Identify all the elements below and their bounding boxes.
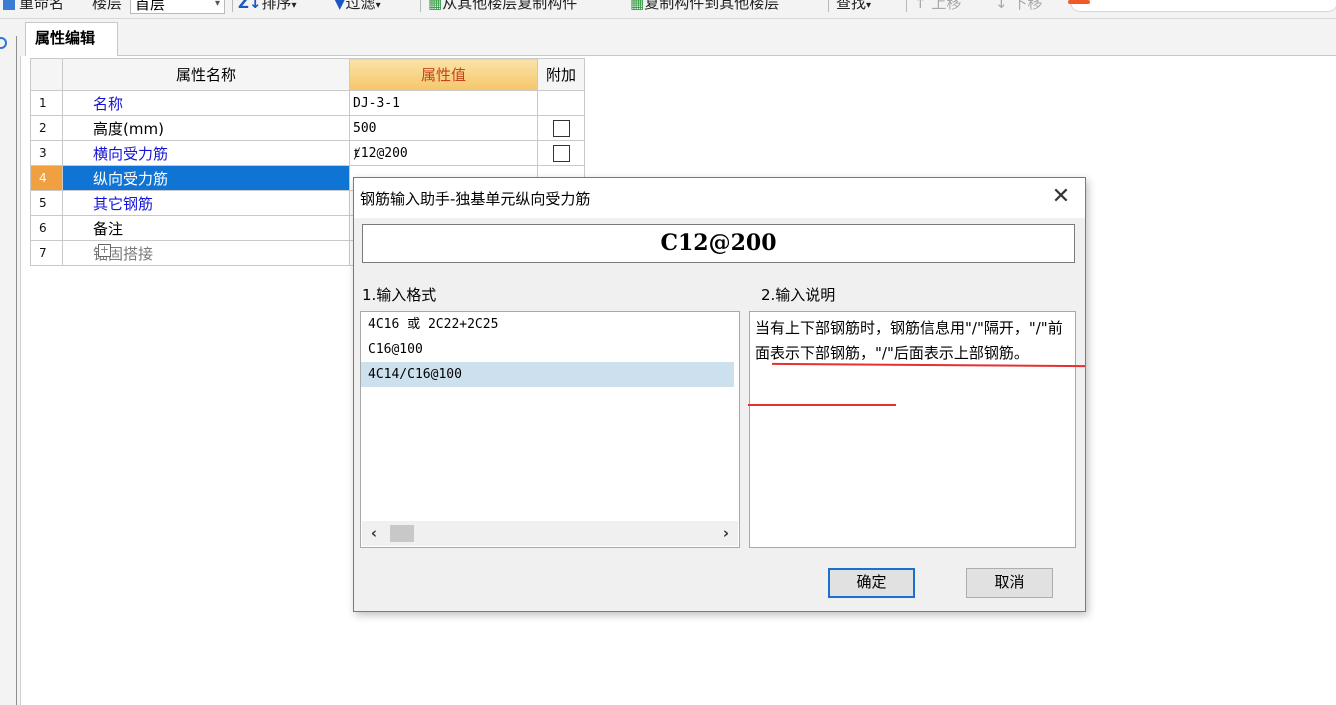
extra-cell [537, 90, 585, 116]
property-value[interactable]: 500 [349, 115, 538, 141]
cancel-button[interactable]: 取消 [966, 568, 1053, 598]
rebar-value-field[interactable]: C12@200 [362, 224, 1075, 263]
arrow-up-icon: ↑ [914, 0, 927, 12]
floor-label: 楼层 [92, 0, 123, 12]
tab-strip [20, 19, 1336, 56]
table-row[interactable]: 3 横向受力筋 ⱦ12@200 [30, 140, 585, 166]
arrow-down-icon: ↓ [995, 0, 1008, 12]
list-item[interactable]: C16@100 [361, 337, 739, 362]
search-accent-mark [1068, 0, 1090, 4]
row-number-header [30, 58, 63, 91]
copy-from-icon: ▦ [428, 0, 443, 12]
copy-from-floor-button[interactable]: ▦从其他楼层复制构件 [428, 0, 577, 14]
annotation-underline [748, 404, 896, 406]
floor-select[interactable]: 首层 ▾ [130, 0, 225, 14]
horizontal-scrollbar[interactable]: ‹ › [362, 521, 738, 546]
move-down-button[interactable]: ↓ 下移 [995, 0, 1042, 14]
chevron-right-icon[interactable]: › [716, 521, 736, 546]
left-panel-edge [0, 19, 20, 705]
panel-divider [16, 36, 17, 705]
scrollbar-thumb[interactable] [390, 525, 414, 542]
extra-cell [537, 140, 585, 166]
rebar-input-dialog: 钢筋输入助手-独基单元纵向受力筋 ✕ C12@200 1.输入格式 2.输入说明… [353, 177, 1086, 612]
property-name[interactable]: 高度(mm) [62, 115, 350, 141]
row-number: 3 [30, 140, 63, 166]
property-name[interactable]: + 锚固搭接 [62, 240, 350, 266]
property-name[interactable]: 备注 [62, 215, 350, 241]
search-input[interactable] [1070, 0, 1336, 12]
description-label: 2.输入说明 [761, 286, 836, 304]
row-number: 6 [30, 215, 63, 241]
close-icon[interactable]: ✕ [1051, 185, 1071, 209]
move-up-button[interactable]: ↑ 上移 [914, 0, 961, 14]
format-label: 1.输入格式 [362, 286, 437, 304]
chevron-down-icon: ▾ [866, 0, 872, 11]
filter-button[interactable]: ▼过滤▾ [334, 0, 381, 14]
row-number: 7 [30, 240, 63, 266]
rename-button[interactable]: 重命名 [2, 0, 64, 14]
grid-header-row: 属性名称 属性值 附加 [30, 58, 585, 91]
header-property-value[interactable]: 属性值 [349, 58, 538, 91]
tab-property-edit[interactable]: 属性编辑 [25, 22, 118, 56]
format-list[interactable]: 4C16 或 2C22+2C25 C16@100 4C14/C16@100 ‹ … [360, 311, 740, 548]
panel-divider [20, 36, 21, 705]
ok-button[interactable]: 确定 [828, 568, 915, 598]
chevron-down-icon: ▾ [291, 0, 297, 11]
filter-icon: ▼ [334, 0, 346, 12]
find-button[interactable]: 查找▾ [836, 0, 871, 14]
list-item-selected[interactable]: 4C14/C16@100 [361, 362, 734, 387]
list-item[interactable]: 4C16 或 2C22+2C25 [361, 312, 739, 337]
sort-button[interactable]: Z↓排序▾ [238, 0, 297, 14]
header-extra[interactable]: 附加 [537, 58, 585, 91]
toolbar: 重命名 楼层 首层 ▾ Z↓排序▾ ▼过滤▾ ▦从其他楼层复制构件 ▦复制构件到其… [0, 0, 1336, 19]
copy-to-floor-button[interactable]: ▦复制构件到其他楼层 [630, 0, 779, 14]
property-name[interactable]: 其它钢筋 [62, 190, 350, 216]
chevron-down-icon: ▾ [214, 0, 220, 9]
property-value[interactable]: DJ-3-1 [349, 90, 538, 116]
row-number: 1 [30, 90, 63, 116]
extra-checkbox[interactable] [552, 119, 570, 137]
row-number: 2 [30, 115, 63, 141]
dialog-title-bar: 钢筋输入助手-独基单元纵向受力筋 ✕ [354, 178, 1085, 218]
sort-icon: Z↓ [238, 0, 262, 12]
chevron-left-icon[interactable]: ‹ [364, 521, 384, 546]
description-box: 当有上下部钢筋时，钢筋信息用"/"隔开，"/"前面表示下部钢筋，"/"后面表示上… [749, 311, 1076, 548]
property-name[interactable]: 纵向受力筋 [62, 165, 350, 191]
header-property-name[interactable]: 属性名称 [62, 58, 350, 91]
row-number: 5 [30, 190, 63, 216]
property-value[interactable]: ⱦ12@200 [349, 140, 538, 166]
refresh-icon[interactable] [0, 36, 8, 50]
rename-icon [3, 0, 15, 10]
table-row[interactable]: 2 高度(mm) 500 [30, 115, 585, 141]
chevron-down-icon: ▾ [375, 0, 381, 11]
property-name[interactable]: 名称 [62, 90, 350, 116]
expand-icon[interactable]: + [98, 244, 111, 257]
extra-checkbox[interactable] [552, 144, 570, 162]
copy-to-icon: ▦ [630, 0, 645, 12]
row-number: 4 [30, 165, 63, 191]
tab-strip-border [118, 55, 1336, 56]
dialog-title: 钢筋输入助手-独基单元纵向受力筋 [360, 190, 591, 208]
property-name[interactable]: 横向受力筋 [62, 140, 350, 166]
table-row[interactable]: 1 名称 DJ-3-1 [30, 90, 585, 116]
extra-cell [537, 115, 585, 141]
